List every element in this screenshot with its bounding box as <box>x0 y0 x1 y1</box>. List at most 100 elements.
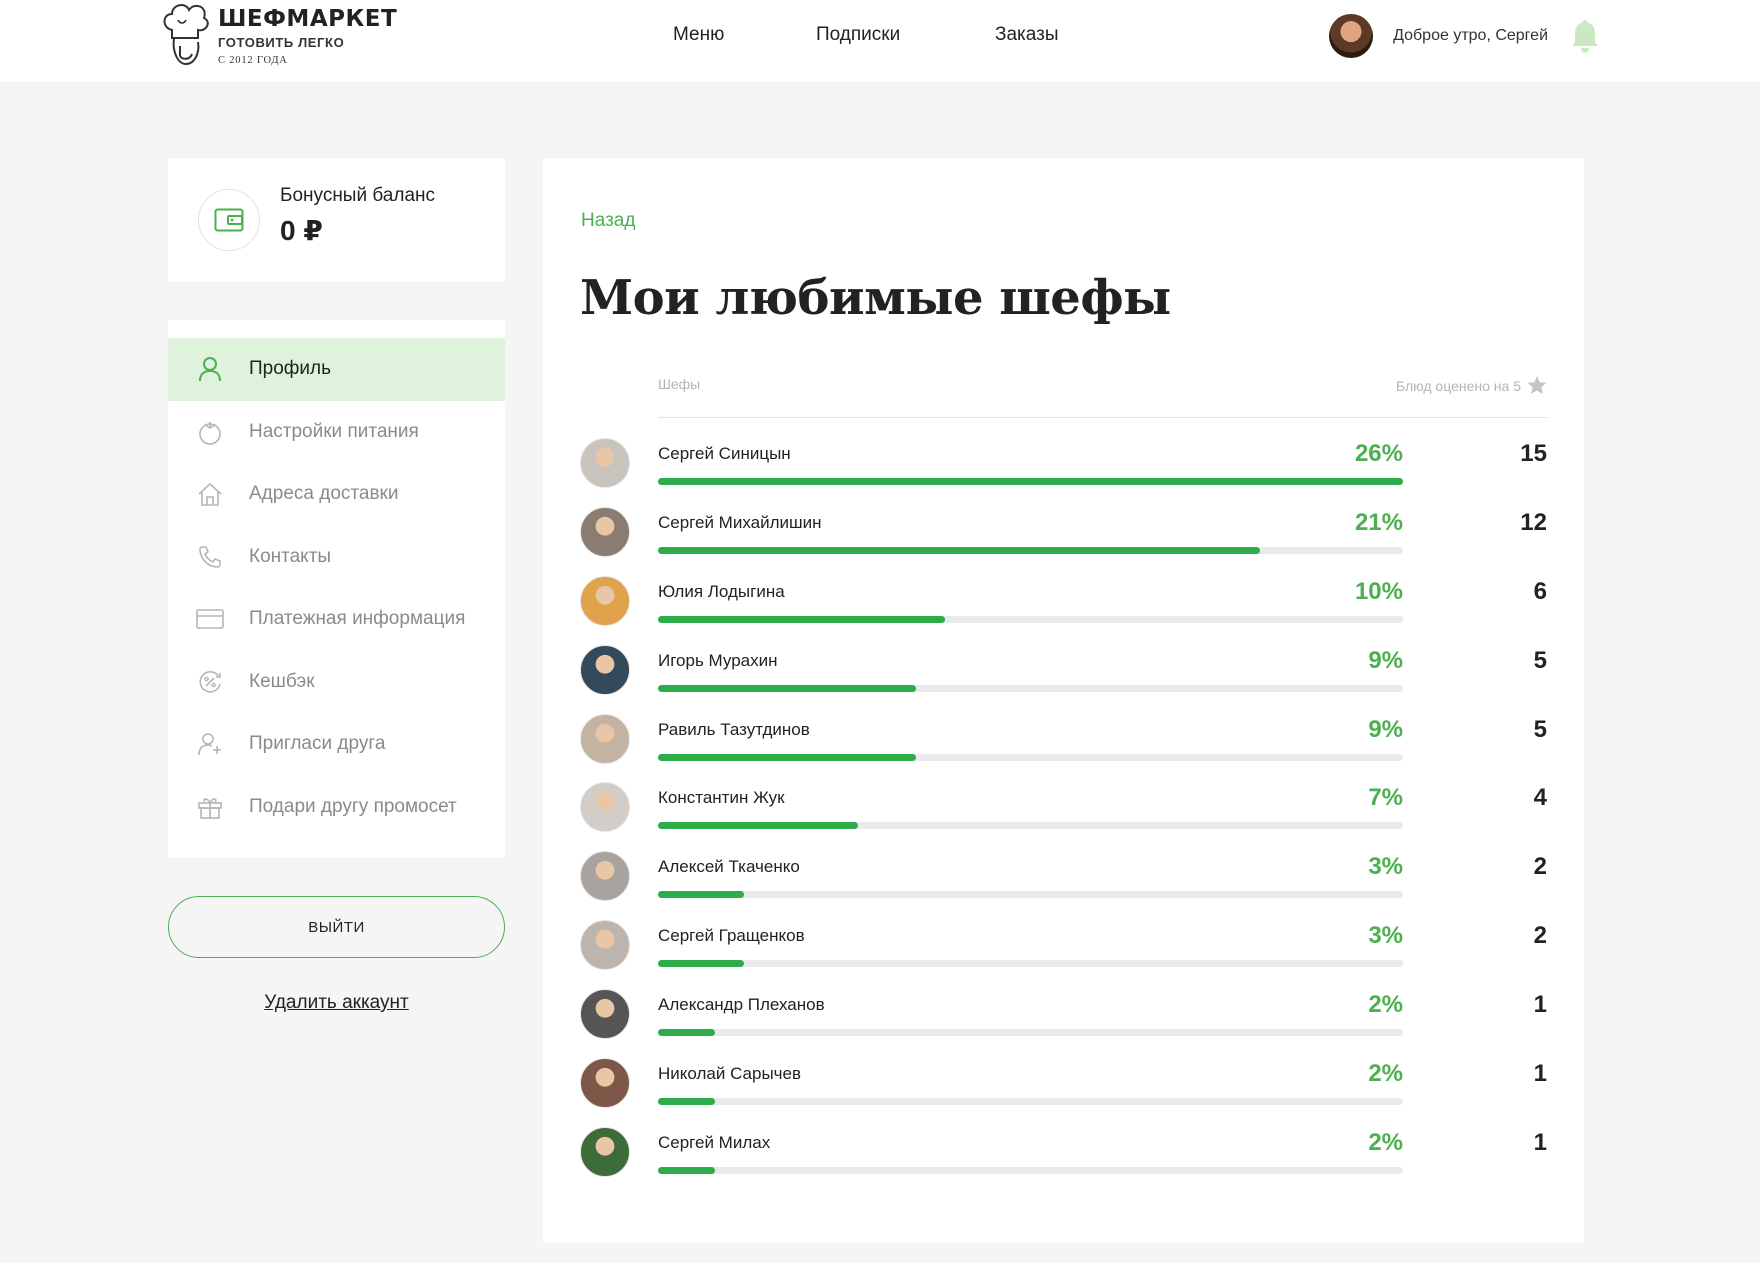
chef-avatar[interactable] <box>580 713 630 764</box>
progress-bar-fill <box>658 753 916 761</box>
balance-value: 0 ₽ <box>280 215 323 246</box>
nav-orders[interactable]: Заказы <box>995 24 1059 46</box>
progress-bar-track <box>658 546 1403 554</box>
phone-icon <box>196 543 224 571</box>
logo-since: С 2012 ГОДА <box>218 55 288 66</box>
logout-button[interactable]: ВЫЙТИ <box>168 896 505 958</box>
menu-item-profile[interactable]: Профиль <box>168 338 505 401</box>
chef-rated-count: 5 <box>1533 715 1547 743</box>
bell-icon[interactable] <box>1570 18 1600 54</box>
chef-avatar[interactable] <box>580 644 630 695</box>
nav-menu[interactable]: Меню <box>673 24 724 46</box>
chef-name: Юлия Лодыгина <box>658 581 785 601</box>
back-link[interactable]: Назад <box>581 210 635 232</box>
chef-avatar[interactable] <box>580 506 630 557</box>
menu-item-gift-promoset[interactable]: Подари другу промосет <box>168 776 505 839</box>
menu-label: Кешбэк <box>249 670 315 692</box>
chef-rated-count: 1 <box>1533 1128 1547 1156</box>
chef-name: Игорь Мурахин <box>658 650 778 670</box>
chef-row[interactable]: Александр Плеханов 2% 1 <box>580 989 1547 1058</box>
user-icon <box>196 355 224 383</box>
chef-avatar[interactable] <box>580 438 630 488</box>
chef-hat-logo-icon <box>163 4 209 66</box>
user-avatar[interactable] <box>1329 14 1374 58</box>
chef-row[interactable]: Равиль Тазутдинов 9% 5 <box>580 713 1547 783</box>
chef-percent: 2% <box>1368 1060 1403 1088</box>
chef-name: Николай Сарычев <box>658 1064 802 1084</box>
menu-label: Контакты <box>249 545 332 567</box>
top-header: ШЕФМАРКЕТ ГОТОВИТЬ ЛЕГКО С 2012 ГОДА Мен… <box>0 0 1760 82</box>
chef-percent: 3% <box>1368 922 1403 950</box>
progress-bar-track <box>658 960 1403 968</box>
chef-avatar[interactable] <box>580 1058 630 1109</box>
chef-rated-count: 15 <box>1520 440 1547 467</box>
chef-rated-count: 5 <box>1533 646 1547 674</box>
chef-list: Сергей Синицын 26% 15 Сергей Михайлишин 21% 1… <box>580 438 1547 1196</box>
menu-label: Адреса доставки <box>249 483 399 505</box>
chef-name: Равиль Тазутдинов <box>658 719 810 739</box>
progress-bar-fill <box>658 1029 716 1037</box>
greeting-text: Доброе утро, Сергей <box>1393 27 1548 44</box>
wallet-icon <box>214 208 244 232</box>
chef-avatar[interactable] <box>580 575 630 626</box>
chef-row[interactable]: Юлия Лодыгина 10% 6 <box>580 575 1547 645</box>
progress-bar-fill <box>658 1166 716 1174</box>
chef-row[interactable]: Сергей Милах 2% 1 <box>580 1126 1547 1196</box>
menu-label: Настройки питания <box>249 420 419 442</box>
chef-name: Сергей Михайлишин <box>658 512 822 532</box>
delete-account-link[interactable]: Удалить аккаунт <box>168 992 505 1014</box>
chef-row[interactable]: Сергей Гращенков 3% 2 <box>580 920 1547 989</box>
progress-bar-track <box>658 615 1403 623</box>
menu-label: Пригласи друга <box>249 733 386 755</box>
logo-slogan: ГОТОВИТЬ ЛЕГКО <box>218 35 345 50</box>
menu-item-cashback[interactable]: Кешбэк <box>168 651 505 714</box>
nav-subscriptions[interactable]: Подписки <box>816 24 900 46</box>
menu-item-invite-friend[interactable]: Пригласи друга <box>168 713 505 776</box>
logo[interactable]: ШЕФМАРКЕТ ГОТОВИТЬ ЛЕГКО С 2012 ГОДА <box>160 2 397 74</box>
chef-row[interactable]: Николай Сарычев 2% 1 <box>580 1058 1547 1127</box>
chef-percent: 21% <box>1354 508 1403 536</box>
progress-bar-track <box>658 684 1403 692</box>
progress-bar-fill <box>658 684 916 692</box>
chef-name: Константин Жук <box>658 788 785 808</box>
chef-percent: 9% <box>1368 715 1403 743</box>
gift-icon <box>196 793 224 821</box>
progress-bar-fill <box>658 478 1403 485</box>
progress-bar-fill <box>658 822 859 830</box>
house-icon <box>196 480 224 508</box>
chef-row[interactable]: Сергей Синицын 26% 15 <box>580 438 1547 507</box>
menu-item-contacts[interactable]: Контакты <box>168 526 505 589</box>
chef-avatar[interactable] <box>580 1126 630 1177</box>
chef-avatar[interactable] <box>580 989 630 1040</box>
chef-name: Александр Плеханов <box>658 995 825 1015</box>
balance-label: Бонусный баланс <box>280 185 436 206</box>
chef-rated-count: 12 <box>1520 508 1547 536</box>
progress-bar-fill <box>658 546 1260 554</box>
header-divider <box>658 417 1547 418</box>
menu-item-payment-info[interactable]: Платежная информация <box>168 588 505 651</box>
chef-percent: 3% <box>1368 853 1403 881</box>
chef-row[interactable]: Игорь Мурахин 9% 5 <box>580 644 1547 714</box>
chef-row[interactable]: Алексей Ткаченко 3% 2 <box>580 851 1547 920</box>
chef-avatar[interactable] <box>580 851 630 902</box>
chef-rated-count: 2 <box>1533 853 1547 881</box>
chef-row[interactable]: Сергей Михайлишин 21% 12 <box>580 506 1547 576</box>
progress-bar-fill <box>658 960 744 968</box>
menu-item-food-settings[interactable]: Настройки питания <box>168 401 505 464</box>
menu-label: Профиль <box>249 358 332 380</box>
progress-bar-fill <box>658 891 744 899</box>
chef-percent: 9% <box>1368 646 1403 674</box>
invite-friend-icon <box>196 730 224 758</box>
chef-avatar[interactable] <box>580 782 630 833</box>
progress-bar-track <box>658 822 1403 830</box>
chef-avatar[interactable] <box>580 920 630 971</box>
chef-name: Сергей Синицын <box>658 444 791 463</box>
tomato-icon <box>196 418 224 446</box>
progress-bar-fill <box>658 1098 716 1106</box>
menu-item-delivery-addresses[interactable]: Адреса доставки <box>168 463 505 526</box>
chef-row[interactable]: Константин Жук 7% 4 <box>580 782 1547 851</box>
chef-rated-count: 4 <box>1533 784 1547 812</box>
wallet-icon-circle <box>198 189 260 251</box>
chef-rated-count: 2 <box>1533 922 1547 950</box>
logo-name: ШЕФМАРКЕТ <box>218 6 398 32</box>
